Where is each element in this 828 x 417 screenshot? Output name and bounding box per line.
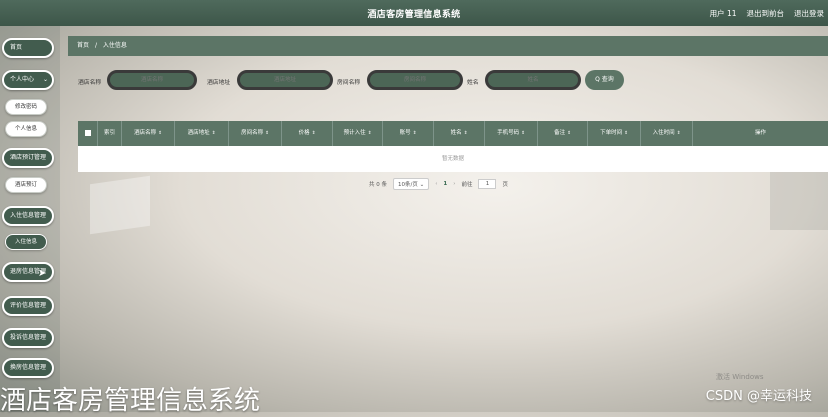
sidebar-item-checkin-management[interactable]: 入住信息管理 <box>2 206 54 226</box>
app-title: 酒店客房管理信息系统 <box>367 10 461 20</box>
sidebar-item-label: 个人信息 <box>14 126 37 132</box>
column-header-room-name[interactable]: 房间名称 ⇕ <box>229 121 282 146</box>
sort-icon: ⇕ <box>211 131 216 136</box>
checkin-table: 索引 酒店名称 ⇕ 酒店地址 ⇕ 房间名称 ⇕ 价格 ⇕ 预计入住 ⇕ 账号 ⇕ 姓名 ⇕ 手… <box>78 121 828 172</box>
page-size-select[interactable]: 10条/页 ⌄ <box>393 178 430 190</box>
windows-activation-watermark: 激活 Windows <box>716 373 764 381</box>
user-name: 用户 11 <box>709 9 737 18</box>
breadcrumb-current: 入住信息 <box>102 42 127 49</box>
sidebar-item-complaint-management[interactable]: 投诉信息管理 <box>2 328 54 348</box>
pagination-total: 共 0 条 <box>369 182 387 188</box>
page-unit-label: 页 <box>502 182 508 188</box>
table-empty-state: 暂无数据 <box>78 146 828 172</box>
sidebar-item-personal-center[interactable]: 个人中心 ⌄ <box>2 70 54 90</box>
chevron-down-icon: ⌄ <box>42 76 48 83</box>
sidebar-item-label: 修改密码 <box>14 104 37 110</box>
search-label-hotel-address: 酒店地址 <box>207 80 231 86</box>
breadcrumb-separator: / <box>94 42 97 49</box>
column-header-index: 索引 <box>98 121 122 146</box>
sort-icon: ⇕ <box>265 131 269 136</box>
sidebar-subitem-checkin-info[interactable]: 入住信息 <box>5 234 47 250</box>
sidebar-item-home[interactable]: 首页 <box>2 38 54 58</box>
sidebar-subitem-personal-info[interactable]: 个人信息 <box>5 121 47 137</box>
breadcrumb: 首页 / 入住信息 <box>68 36 828 56</box>
column-header-account[interactable]: 账号 ⇕ <box>383 121 434 146</box>
sidebar-item-label: 换房信息管理 <box>10 364 47 371</box>
sidebar-item-review-management[interactable]: 评价信息管理 <box>2 296 54 316</box>
breadcrumb-home[interactable]: 首页 <box>77 42 89 49</box>
sort-icon: ⇕ <box>463 131 468 136</box>
sidebar-subitem-change-password[interactable]: 修改密码 <box>5 99 47 115</box>
sidebar-item-room-change-management[interactable]: 换房信息管理 <box>2 358 54 378</box>
sidebar: 首页 个人中心 ⌄ 修改密码 个人信息 酒店预订管理 酒店预订 入住信息管理 入… <box>0 26 60 412</box>
page-number-current[interactable]: 1 <box>443 181 447 187</box>
sort-icon: ⇕ <box>311 131 316 136</box>
mouse-cursor-icon: ➤ <box>38 268 47 279</box>
name-input[interactable] <box>485 70 581 90</box>
sort-icon: ⇕ <box>676 131 681 136</box>
column-header-price[interactable]: 价格 ⇕ <box>282 121 333 146</box>
room-name-input[interactable] <box>367 70 463 90</box>
sidebar-item-label: 投诉信息管理 <box>10 334 47 341</box>
column-header-order-time[interactable]: 下单时间 ⇕ <box>588 121 641 146</box>
top-header: 酒店客房管理信息系统 用户 11 退出到前台 退出登录 <box>0 0 828 26</box>
column-header-name[interactable]: 姓名 ⇕ <box>434 121 485 146</box>
search-label-name: 姓名 <box>467 80 479 86</box>
sort-icon: ⇕ <box>158 131 162 136</box>
column-header-checkin-time[interactable]: 入住时间 ⇕ <box>641 121 693 146</box>
hotel-name-input[interactable] <box>107 70 197 90</box>
column-header-hotel-address[interactable]: 酒店地址 ⇕ <box>175 121 229 146</box>
search-label-room-name: 房间名称 <box>337 80 361 86</box>
goto-label: 前往 <box>461 182 473 188</box>
sidebar-subitem-hotel-booking[interactable]: 酒店预订 <box>5 177 47 193</box>
goto-page-input[interactable]: 1 <box>478 179 497 189</box>
sidebar-item-label: 酒店预订 <box>14 182 37 188</box>
sort-icon: ⇕ <box>521 131 525 136</box>
sort-icon: ⇕ <box>367 131 372 136</box>
background-decoration <box>90 175 150 235</box>
logout-link[interactable]: 退出登录 <box>794 8 824 19</box>
table-header: 索引 酒店名称 ⇕ 酒店地址 ⇕ 房间名称 ⇕ 价格 ⇕ 预计入住 ⇕ 账号 ⇕ 姓名 ⇕ 手… <box>78 121 828 146</box>
sort-icon: ⇕ <box>624 131 628 136</box>
sidebar-item-label: 首页 <box>10 44 23 51</box>
column-header-remarks[interactable]: 备注 ⇕ <box>538 121 588 146</box>
column-header-expected-checkin[interactable]: 预计入住 ⇕ <box>333 121 383 146</box>
column-header-hotel-name[interactable]: 酒店名称 ⇕ <box>122 121 175 146</box>
pagination: 共 0 条 10条/页 ⌄ ‹ 1 › 前往 1 页 <box>369 177 508 191</box>
sidebar-item-hotel-booking-management[interactable]: 酒店预订管理 <box>2 148 54 168</box>
sort-icon: ⇕ <box>412 131 417 136</box>
column-header-phone[interactable]: 手机号码 ⇕ <box>485 121 538 146</box>
sidebar-item-label: 入住信息管理 <box>10 212 47 219</box>
chevron-down-icon: ⌄ <box>419 182 425 188</box>
sidebar-item-label: 评价信息管理 <box>10 302 47 309</box>
header-links: 用户 11 退出到前台 退出登录 <box>710 8 824 19</box>
hotel-address-input[interactable] <box>237 70 333 90</box>
select-all-checkbox-cell[interactable] <box>78 121 98 146</box>
csdn-watermark: CSDN @幸运科技 <box>705 389 812 404</box>
search-label-hotel-name: 酒店名称 <box>78 80 102 86</box>
sidebar-item-label: 个人中心 <box>10 76 35 83</box>
sidebar-item-label: 入住信息 <box>14 239 37 245</box>
sidebar-item-label: 酒店预订管理 <box>10 154 47 161</box>
back-to-frontend-link[interactable]: 退出到前台 <box>747 8 785 19</box>
prev-page-button[interactable]: ‹ <box>435 181 437 187</box>
overlay-title: 酒店客房管理信息系统 <box>0 386 261 416</box>
next-page-button[interactable]: › <box>453 181 455 187</box>
sort-icon: ⇕ <box>567 131 571 136</box>
search-button[interactable]: Q 查询 <box>585 70 624 90</box>
column-header-actions: 操作 <box>754 130 766 136</box>
checkbox-icon[interactable] <box>84 129 91 136</box>
